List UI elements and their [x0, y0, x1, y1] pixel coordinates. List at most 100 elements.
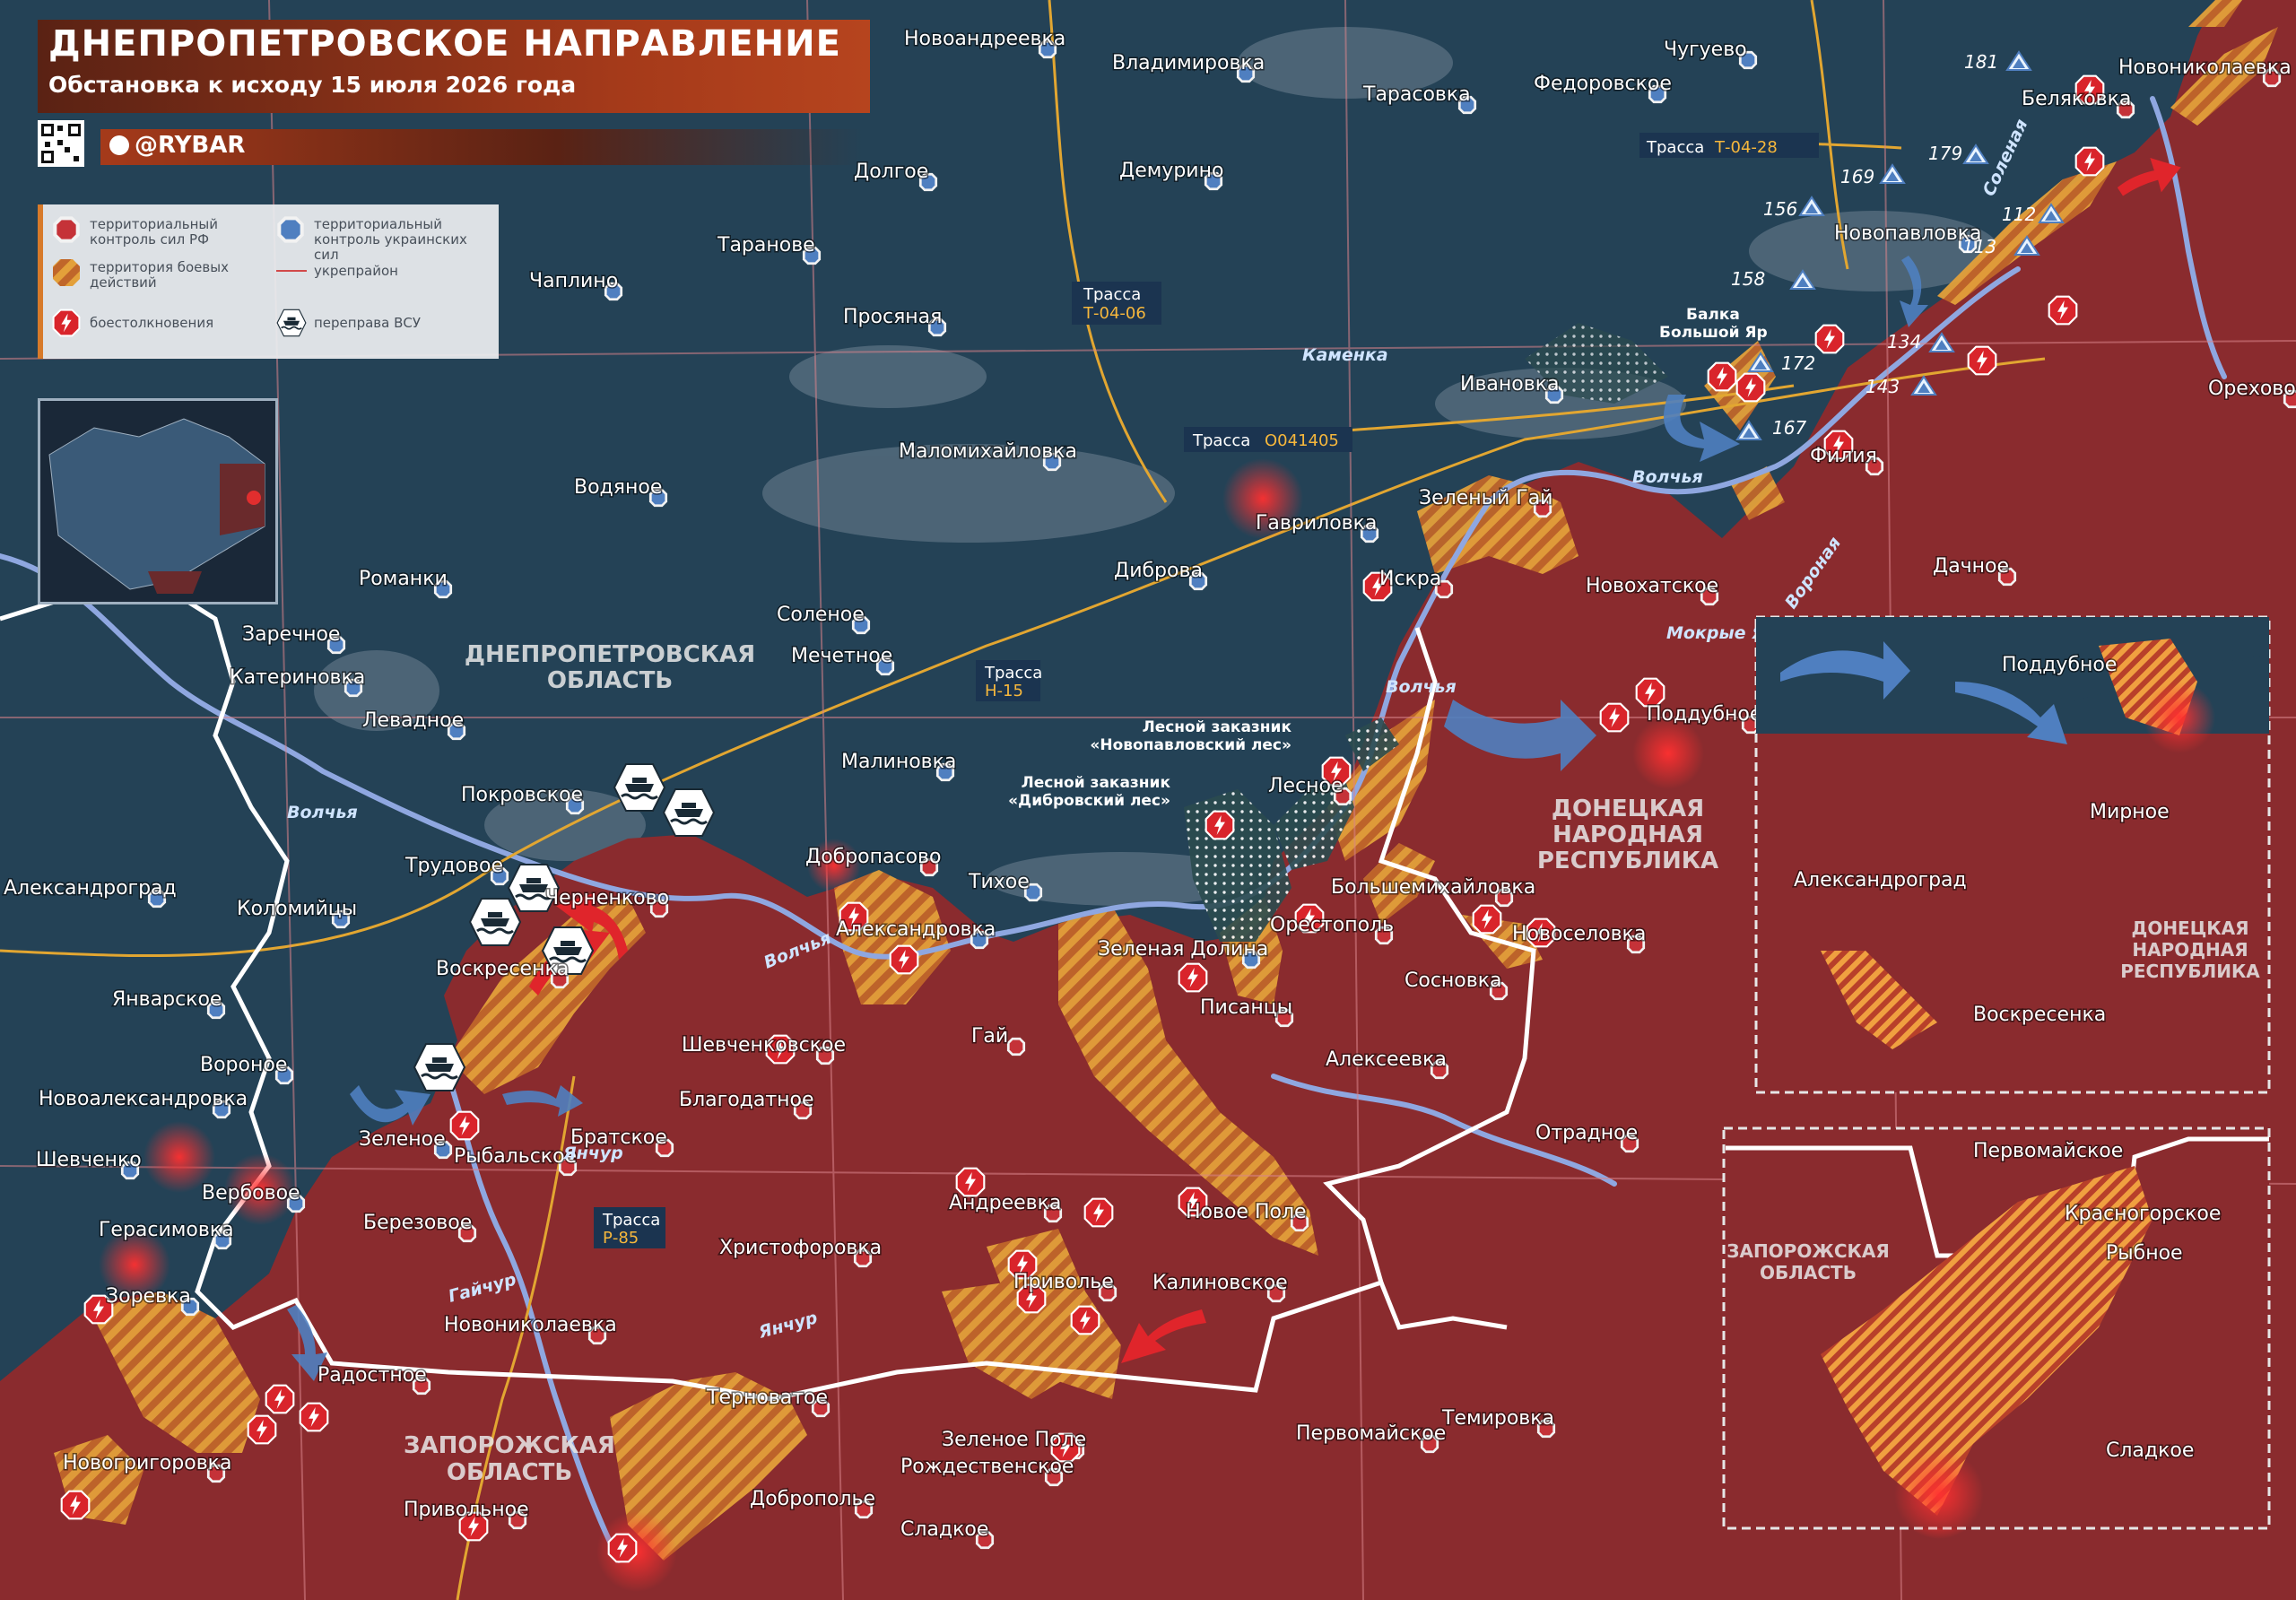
- settlement-label: Черненково: [545, 887, 669, 909]
- settlement-label: Новоселовка: [1512, 923, 1646, 945]
- settlement-label: Новоандреевка: [904, 28, 1065, 50]
- settlement-label: Алексеевка: [1326, 1048, 1447, 1071]
- region-label-dnr-1: ДОНЕЦКАЯ: [1552, 796, 1704, 822]
- settlement-label: Радостное: [317, 1364, 427, 1387]
- clash-icon: [2074, 146, 2105, 177]
- settlement-label: Федоровское: [1534, 73, 1672, 95]
- settlement-label: Беляковка: [2022, 88, 2131, 110]
- clash-icon: [1735, 372, 1766, 403]
- settlement-label: Отрадное: [1535, 1122, 1638, 1144]
- settlement-label: Мечетное: [791, 645, 892, 667]
- forest-label: Балка: [1686, 306, 1740, 324]
- road-label-line: Т-04-28: [1714, 138, 1778, 157]
- settlement-label: Терноватое: [706, 1387, 828, 1409]
- inset-bottom-label: ЗАПОРОЖСКАЯ: [1726, 1240, 1889, 1262]
- clash-icon: [52, 309, 81, 337]
- river-label: Волчья: [287, 803, 358, 822]
- legend-ua-control: территориальный контроль украинских сил: [314, 216, 467, 263]
- clash-icon: [299, 1402, 329, 1432]
- height-label: 112: [2002, 204, 2036, 225]
- inset-bottom-label: Первомайское: [1973, 1140, 2123, 1162]
- combat-zone-icon: [53, 259, 80, 286]
- settlement-label: Заречное: [242, 623, 340, 646]
- settlement-label: Первомайское: [1296, 1422, 1446, 1445]
- road-label-h15: Трасса Н-15: [976, 660, 1042, 701]
- height-label: 158: [1731, 268, 1765, 290]
- clash-icon: [2048, 295, 2078, 326]
- height-label: 172: [1781, 352, 1815, 374]
- settlement-label: Александроград: [4, 877, 177, 900]
- settlement-label: Андреевка: [949, 1192, 1061, 1214]
- settlement-label: Чаплино: [529, 270, 618, 292]
- legend-clashes: боестолкновения: [90, 315, 214, 331]
- settlement-label: Искра: [1379, 568, 1441, 590]
- settlement-label: Александровка: [836, 918, 996, 941]
- clash-icon: [607, 1533, 638, 1563]
- inset-bottom: [1722, 1126, 2271, 1539]
- settlement-label: Орехово: [2208, 378, 2296, 400]
- settlement-label: Зеленый Гай: [1419, 487, 1552, 509]
- telegram-icon: [109, 135, 129, 155]
- road-label-line: Р-85: [603, 1229, 639, 1248]
- road-label-line: Т-04-06: [1083, 304, 1146, 323]
- settlement-label: Калиновское: [1152, 1272, 1288, 1294]
- height-label: 134: [1887, 331, 1921, 352]
- qr-code-icon: [38, 120, 84, 167]
- settlement-label: Гавриловка: [1256, 512, 1377, 535]
- clash-icon: [265, 1384, 295, 1414]
- clash-icon: [1178, 962, 1208, 993]
- settlement-label: Зеленое Поле: [942, 1429, 1086, 1451]
- river-label: Волчья: [1386, 677, 1457, 697]
- clash-icon: [449, 1110, 480, 1141]
- region-label-dnr-3: РЕСПУБЛИКА: [1537, 848, 1718, 874]
- clash-icon: [1707, 361, 1737, 392]
- settlement-label: Долгое: [854, 161, 928, 183]
- forest-label: «Дибровский лес»: [1008, 792, 1170, 810]
- settlement-label: Вороное: [200, 1054, 287, 1076]
- height-label: 169: [1840, 166, 1874, 187]
- settlement-label: Большемихайловка: [1331, 876, 1535, 899]
- region-label-dnepr-1: ДНЕПРОПЕТРОВСКАЯ: [465, 641, 755, 668]
- height-label: 181: [1964, 51, 1998, 73]
- settlement-label: Доброполье: [750, 1488, 875, 1510]
- settlement-label: Новогригоровка: [63, 1452, 231, 1474]
- legend-combat-zone: территория боевых действий: [90, 259, 229, 291]
- clash-icon: [1814, 324, 1845, 354]
- inset-top-label: РЕСПУБЛИКА: [2120, 961, 2260, 982]
- settlement-label: Романки: [359, 568, 448, 590]
- settlement-label: Березовое: [363, 1212, 472, 1234]
- road-label-o041405: Трасса О041405: [1184, 427, 1352, 452]
- clash-icon: [889, 944, 919, 975]
- settlement-label: Сладкое: [900, 1518, 988, 1541]
- road-label-t0406: Трасса Т-04-06: [1072, 282, 1161, 325]
- settlement-label: Вербовое: [202, 1182, 300, 1204]
- settlement-label: Левадное: [362, 709, 464, 732]
- road-label-p85: Трасса Р-85: [594, 1207, 665, 1248]
- fortified-line-icon: [276, 270, 307, 272]
- settlement-label: Маломихайловка: [899, 440, 1077, 463]
- settlement-label: Христофоровка: [719, 1237, 882, 1259]
- settlement-label: Соленое: [777, 604, 865, 626]
- settlement-label: Просяная: [843, 306, 942, 328]
- height-label: 179: [1928, 143, 1962, 164]
- settlement-label: Орестополь: [1270, 914, 1394, 936]
- inset-top-label: Поддубное: [2002, 654, 2117, 676]
- inset-bottom-label: Рыбное: [2106, 1242, 2183, 1265]
- legend-crossing: переправа ВСУ: [314, 315, 422, 331]
- page-subtitle: Обстановка к исходу 15 июля 2026 года: [48, 72, 577, 98]
- crossing-icon: [276, 309, 307, 337]
- settlement-label: Водяное: [574, 476, 662, 499]
- clash-icon: [60, 1490, 91, 1520]
- settlement-label: Новониколаевка: [444, 1314, 617, 1336]
- inset-top-label: НАРОДНАЯ: [2132, 939, 2248, 961]
- settlement-label: Тарасовка: [1362, 83, 1471, 106]
- height-label: 143: [1866, 376, 1900, 397]
- inset-bottom-label: Красногорское: [2065, 1203, 2221, 1225]
- settlement-label: Шевченко: [36, 1149, 142, 1171]
- inset-top-label: Александроград: [1794, 869, 1967, 891]
- settlement-label: Демурино: [1119, 160, 1223, 182]
- clash-icon: [1635, 677, 1665, 708]
- height-label: 167: [1772, 417, 1806, 439]
- forest-label: Лесной заказник: [1022, 774, 1171, 792]
- legend-fortified-line: укрепрайон: [314, 263, 398, 279]
